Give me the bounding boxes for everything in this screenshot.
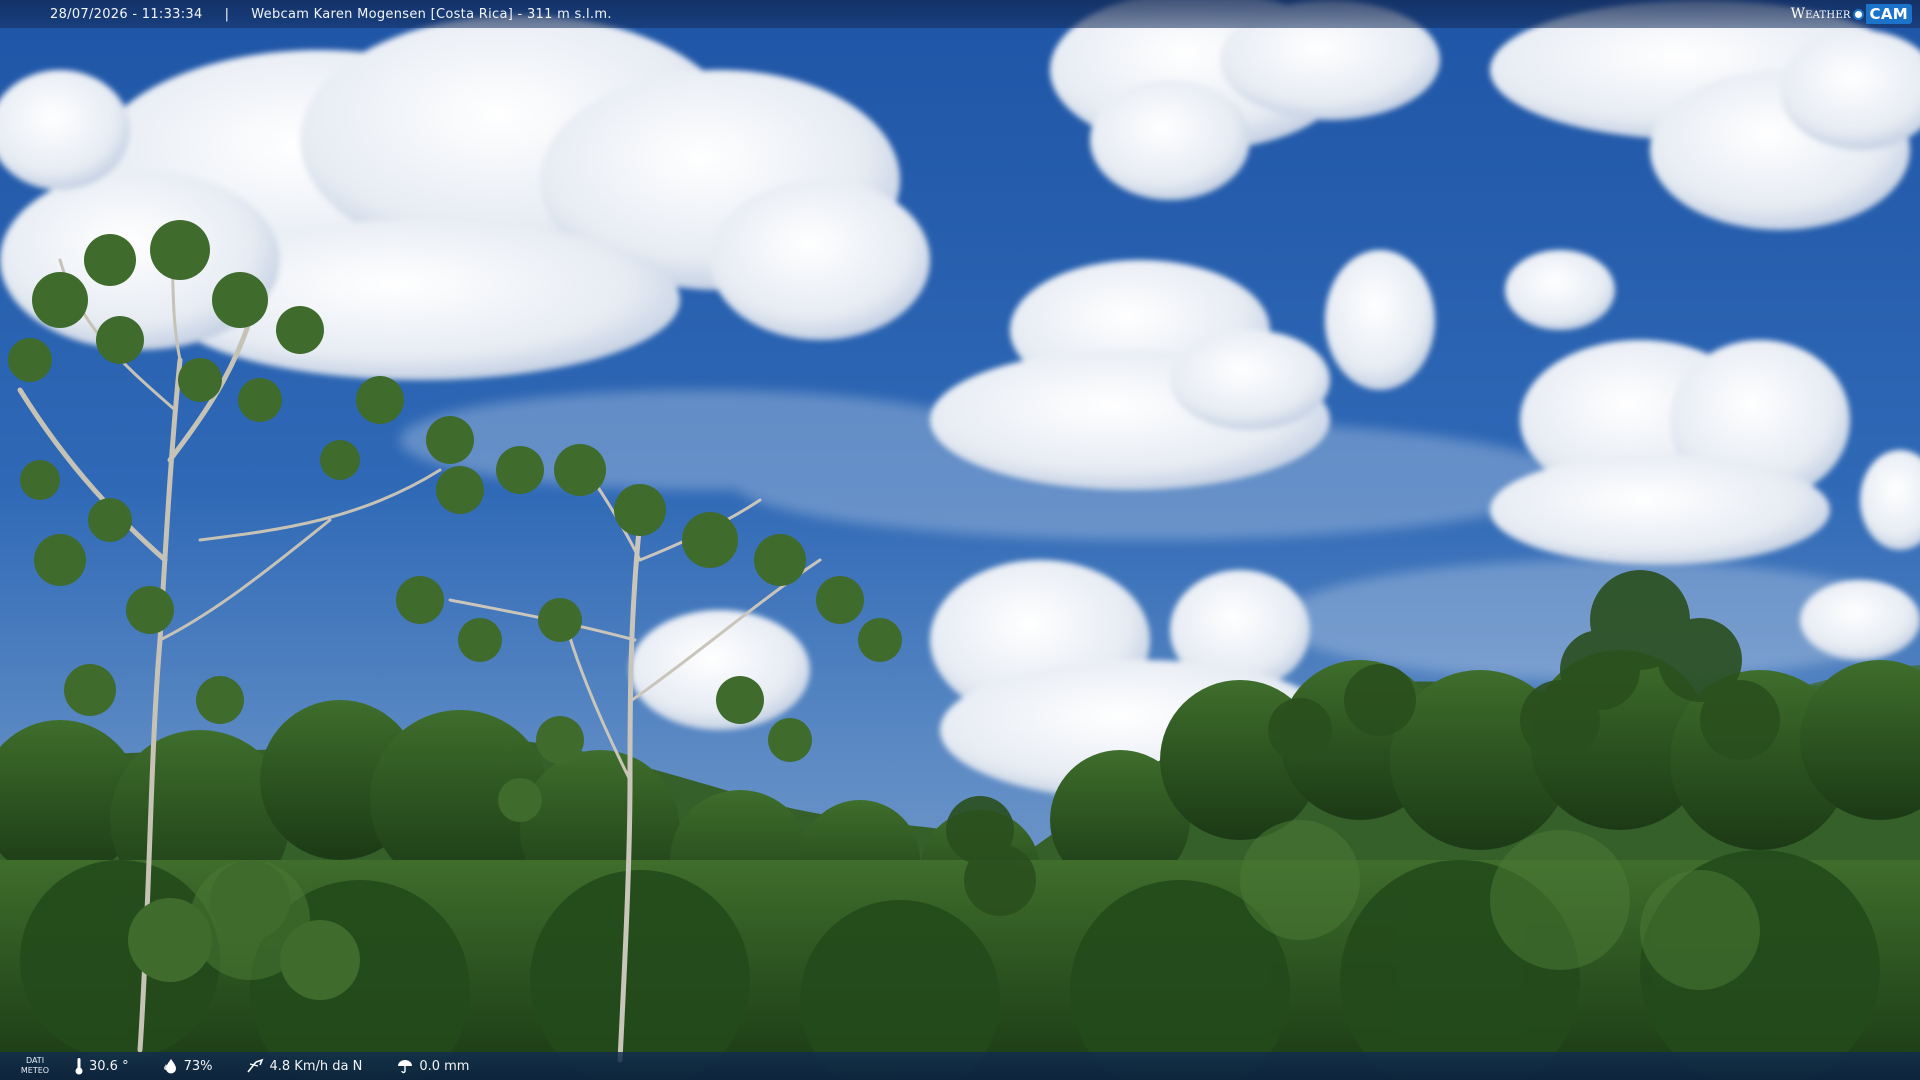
rain-reading: 0.0 mm bbox=[396, 1058, 469, 1074]
meteo-label: DATI METEO bbox=[18, 1056, 52, 1076]
thermometer-icon bbox=[75, 1058, 83, 1075]
droplet-icon bbox=[163, 1059, 176, 1074]
humidity-reading: 73% bbox=[163, 1058, 213, 1074]
separator: | bbox=[224, 6, 230, 22]
logo-weather-text: Weather bbox=[1790, 6, 1851, 22]
meteo-data-bar: DATI METEO 30.6 ° 73% 4.8 Km/h da N 0.0 … bbox=[0, 1052, 1920, 1080]
logo-cam-text: CAM bbox=[1865, 4, 1912, 24]
temperature-value: 30.6 ° bbox=[89, 1058, 129, 1074]
meteo-label-line2: METEO bbox=[20, 1066, 50, 1075]
umbrella-icon bbox=[398, 1060, 413, 1074]
wind-icon bbox=[247, 1058, 264, 1073]
wind-reading: 4.8 Km/h da N bbox=[246, 1058, 362, 1074]
rain-value: 0.0 mm bbox=[419, 1058, 470, 1074]
logo-dot-icon bbox=[1852, 8, 1864, 20]
timestamp: 28/07/2026 - 11:33:34 bbox=[50, 6, 203, 22]
temperature-reading: 30.6 ° bbox=[74, 1057, 129, 1075]
weathercam-logo: Weather CAM bbox=[1791, 4, 1912, 24]
webcam-header-bar: 28/07/2026 - 11:33:34 | Webcam Karen Mog… bbox=[0, 0, 1920, 28]
humidity-value: 73% bbox=[183, 1058, 213, 1074]
webcam-view: 28/07/2026 - 11:33:34 | Webcam Karen Mog… bbox=[0, 0, 1920, 1080]
wind-value: 4.8 Km/h da N bbox=[269, 1058, 363, 1074]
location-label: Webcam Karen Mogensen [Costa Rica] - 311… bbox=[251, 6, 612, 22]
meteo-label-line1: DATI bbox=[25, 1056, 45, 1065]
webcam-image bbox=[0, 0, 1920, 1080]
